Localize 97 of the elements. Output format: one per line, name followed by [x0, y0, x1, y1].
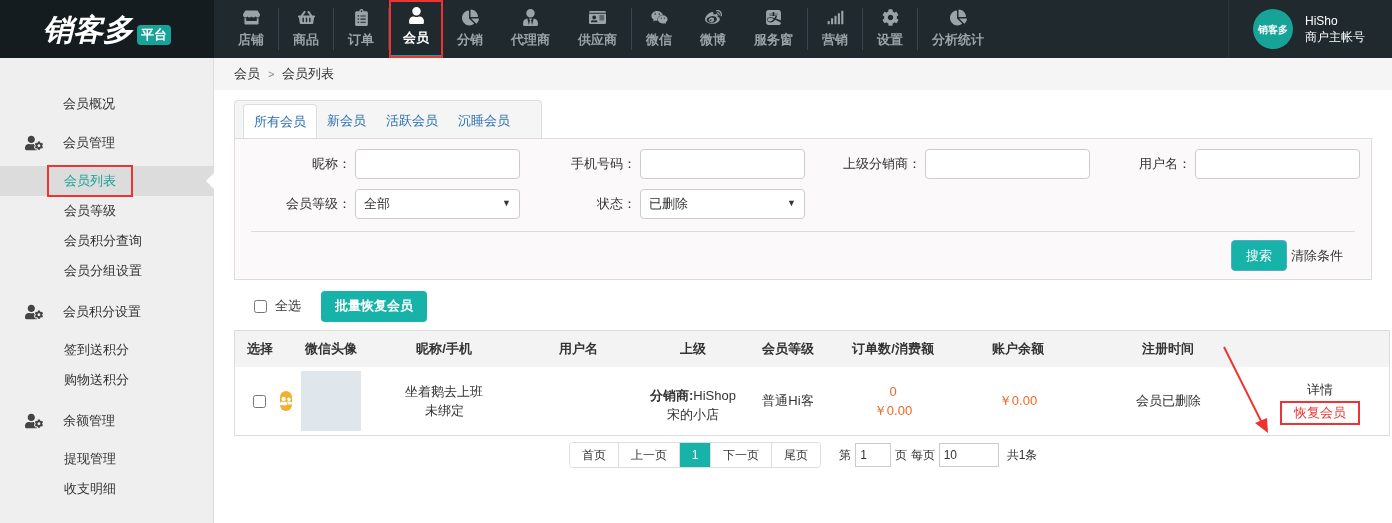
column-header: 账户余额	[991, 340, 1045, 359]
nav-tab[interactable]: 分销	[443, 0, 497, 58]
balance: ￥0.00	[997, 392, 1039, 411]
logo-text: 销客多	[43, 11, 133, 48]
column-header: 会员等级	[761, 340, 815, 359]
restore-link[interactable]: 恢复会员	[1280, 401, 1360, 425]
sidebar-group-title[interactable]: 会员积分设置	[63, 302, 141, 322]
text-field[interactable]	[355, 149, 520, 179]
phone: 未绑定	[423, 402, 465, 420]
user-settings-icon	[24, 303, 43, 321]
text-field[interactable]	[925, 149, 1090, 179]
pie-chart-icon	[949, 8, 967, 26]
order-count: 0	[888, 382, 898, 401]
column-header: 订单数/消费额	[851, 340, 935, 359]
dropdown-arrow-icon: ▼	[787, 197, 796, 211]
weibo-icon	[704, 8, 722, 26]
column-header: 用户名	[557, 340, 599, 359]
sidebar-group-title[interactable]: 余额管理	[63, 411, 115, 431]
user-role: 商户主帐号	[1305, 29, 1365, 45]
page-link[interactable]: 尾页	[771, 443, 821, 467]
sidebar-item[interactable]: 会员分组设置	[47, 255, 159, 287]
filter-label: 用户名：	[1139, 155, 1191, 174]
filter-label: 昵称：	[312, 155, 351, 174]
sidebar-group-title[interactable]: 会员管理	[63, 133, 115, 153]
column-header: 上级	[679, 340, 707, 359]
filter-tab[interactable]: 沉睡会员	[448, 104, 520, 138]
sidebar-item[interactable]: 会员等级	[47, 195, 133, 227]
page-size-dropdown[interactable]: 10	[938, 443, 999, 467]
breadcrumb-link[interactable]: 会员列表	[282, 64, 335, 84]
nav-tab[interactable]: 订单	[334, 0, 388, 58]
checkbox[interactable]	[254, 299, 267, 313]
chat-bubbles-icon	[650, 8, 668, 26]
filter-label: 状态：	[597, 195, 636, 214]
filter-label: 上级分销商：	[843, 155, 921, 174]
nav-tab[interactable]: 代理商	[497, 0, 564, 58]
pie-chart-icon	[461, 8, 479, 26]
select-all-label: 全选	[275, 297, 301, 316]
breadcrumb-separator: >	[268, 66, 275, 82]
amount-spent: ￥0.00	[872, 402, 914, 420]
filter-tab[interactable]: 所有会员	[243, 104, 317, 138]
nav-tab[interactable]: 微信	[632, 0, 686, 58]
settings-icon	[881, 8, 899, 26]
sidebar-item[interactable]: 签到送积分	[47, 334, 146, 366]
pointer-notch	[206, 173, 214, 189]
sidebar-item[interactable]: 收支明细	[47, 473, 133, 505]
nav-tab[interactable]: 微博	[686, 0, 740, 58]
nav-tab[interactable]: 营销	[808, 0, 862, 58]
parent-distributor: 分销商:HiShop	[650, 386, 736, 405]
column-header: 注册时间	[1141, 340, 1195, 359]
page-number-field[interactable]: 1	[855, 443, 892, 467]
registration-status: 会员已删除	[1134, 392, 1202, 411]
breadcrumb-link[interactable]: 会员	[234, 64, 260, 84]
checkbox[interactable]	[253, 394, 266, 408]
nav-tab[interactable]: 供应商	[564, 0, 631, 58]
bar-chart-icon	[826, 8, 844, 26]
basket-icon	[297, 8, 315, 26]
column-header: 选择	[246, 340, 274, 359]
nav-tab[interactable]: 商品	[279, 0, 333, 58]
dropdown-arrow-icon: ▼	[502, 197, 511, 211]
column-header: 微信头像	[304, 340, 358, 359]
nav-tab[interactable]: 分析统计	[918, 0, 998, 58]
total-count: 共1条	[1006, 447, 1038, 464]
page-jump-label: 页 每页	[895, 447, 935, 464]
sidebar-item[interactable]: 提现管理	[47, 443, 133, 475]
clear-filters-link[interactable]: 清除条件	[1291, 245, 1343, 266]
text-field[interactable]	[1195, 149, 1360, 179]
user-settings-icon	[24, 134, 43, 152]
filter-label: 会员等级：	[286, 195, 351, 214]
filter-tab[interactable]: 活跃会员	[376, 104, 448, 138]
payment-icon	[765, 8, 782, 26]
dropdown[interactable]: 已删除 ▼	[640, 189, 805, 219]
nav-tab[interactable]: 店铺	[224, 0, 278, 58]
filter-label: 手机号码：	[571, 155, 636, 174]
logo-badge: 平台	[137, 25, 171, 45]
clipboard-icon	[352, 8, 370, 26]
filter-tab[interactable]: 新会员	[317, 104, 376, 138]
nav-tab[interactable]: 设置	[863, 0, 917, 58]
photo-placeholder	[301, 371, 361, 431]
id-card-icon	[589, 8, 606, 26]
sidebar-item[interactable]: 会员积分查询	[47, 225, 159, 257]
nav-tab[interactable]: 服务窗	[740, 0, 807, 58]
page-jump-prefix: 第	[839, 447, 852, 464]
details-link[interactable]: 详情	[1293, 377, 1347, 401]
user-icon	[407, 7, 425, 25]
user-settings-icon	[24, 412, 43, 430]
person-tie-icon	[522, 8, 539, 26]
text-field[interactable]	[640, 149, 805, 179]
sidebar-group-title[interactable]: 会员概况	[63, 94, 115, 114]
group-icon	[280, 391, 292, 411]
member-level: 普通Hi客	[761, 392, 815, 411]
user-name: HiSho	[1305, 13, 1339, 29]
dropdown[interactable]: 全部 ▼	[355, 189, 520, 219]
nickname: 坐着鹅去上班	[404, 382, 484, 401]
store-icon	[242, 8, 260, 26]
sidebar-item[interactable]: 购物送积分	[47, 364, 146, 396]
column-header: 昵称/手机	[415, 340, 473, 359]
parent-shop: 宋的小店	[667, 406, 719, 424]
